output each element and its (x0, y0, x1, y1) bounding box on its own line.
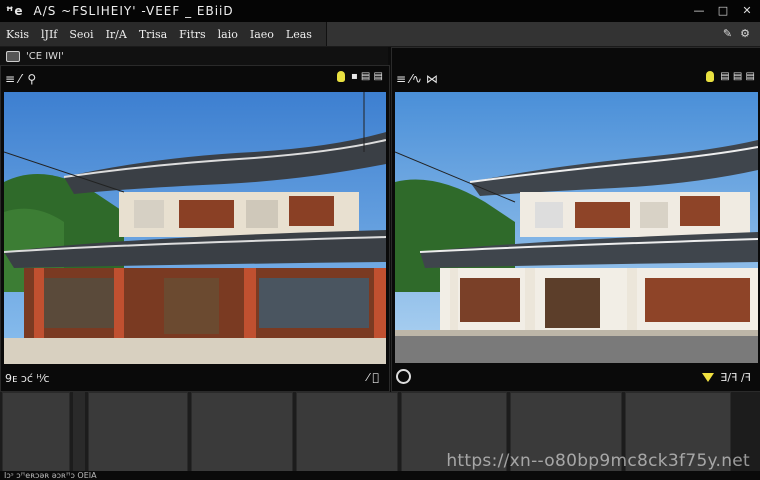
status-bar: Iɔˢ ɔꟸeʀɔǝʀ ǝɔʀꟸɔ OEIA (0, 471, 760, 480)
lightbulb-icon[interactable] (336, 71, 345, 82)
right-tool-icons[interactable]: ≡ ⁄∿ ⋈ (396, 72, 438, 86)
edited-photo[interactable] (395, 92, 758, 363)
gear-icon[interactable]: ⚙ (740, 27, 750, 40)
app-logo: ꟸe (6, 4, 24, 18)
menu-item[interactable]: Trisa (133, 28, 173, 41)
right-footer-tools: Ǝ/ꟻ ∕ꟻ (702, 371, 751, 384)
right-image-panel: ≡ ⁄∿ ⋈ ▤ ▤ ▤ Ǝ/ꟻ ∕ꟻ (391, 47, 760, 392)
left-tool-icons[interactable]: ≡ ⁄′ ⚲ (5, 72, 36, 86)
left-footer-tools[interactable]: ⁄ ⃝ (367, 371, 379, 384)
menu-item[interactable]: Iaeo (244, 28, 280, 41)
menu-item[interactable]: Ksis (0, 28, 35, 41)
right-panel-toolbar: ≡ ⁄∿ ⋈ ▤ ▤ ▤ (392, 66, 760, 92)
left-footer-label: 9ᴇ ɔᴄ́ ᴴ⁄ᴄ (5, 371, 50, 385)
menu-item[interactable]: lJIf (35, 28, 63, 41)
menu-icons: ✎ ⚙ (723, 27, 750, 40)
camera-icon[interactable] (6, 50, 20, 62)
left-panel-toolbar: ≡ ⁄′ ⚲ ▪ ▤ ▤ (1, 66, 389, 92)
menu-item[interactable]: Seoi (63, 28, 99, 41)
status-text: Iɔˢ ɔꟸeʀɔǝʀ ǝɔʀꟸɔ OEIA (4, 471, 97, 480)
right-footer-label[interactable]: Ǝ/ꟻ ∕ꟻ (720, 371, 751, 384)
menu-item[interactable]: Leas (280, 28, 318, 41)
right-panel-right-tools: ▤ ▤ ▤ (706, 71, 755, 82)
hanok-building-image (4, 92, 386, 364)
reset-icon[interactable] (396, 369, 411, 387)
thumbnail[interactable] (88, 392, 188, 473)
menu-bar: Ksis lJIf Seoi Ir/A Trisa Fitrs laio Iae… (0, 22, 760, 47)
window-title: A/S ~FSLIHEIY' -VEEF _ EBiiD (33, 4, 234, 18)
menu-item[interactable]: Ir/A (100, 28, 133, 41)
wrench-icon[interactable]: ✎ (723, 27, 732, 40)
left-panel-label: 'CE IWI' (26, 50, 64, 62)
maximize-icon[interactable]: □ (716, 3, 730, 17)
left-panel-footer: 9ᴇ ɔᴄ́ ᴴ⁄ᴄ ⁄ ⃝ (1, 365, 389, 391)
original-photo[interactable] (4, 92, 386, 364)
thumbnail[interactable] (2, 392, 70, 473)
menu-list: Ksis lJIf Seoi Ir/A Trisa Fitrs laio Iae… (0, 22, 327, 46)
right-panel-footer: Ǝ/ꟻ ∕ꟻ (392, 365, 760, 391)
minimize-icon[interactable]: — (692, 3, 706, 17)
thumbnail-divider (73, 392, 85, 473)
thumbnail[interactable] (191, 392, 293, 473)
left-panel-right-tools: ▪ ▤ ▤ (336, 71, 383, 82)
close-icon[interactable]: ✕ (740, 3, 754, 17)
filter-icon[interactable] (702, 373, 715, 382)
lightbulb-icon[interactable] (706, 71, 715, 82)
menu-item[interactable]: laio (212, 28, 244, 41)
menu-item[interactable]: Fitrs (173, 28, 211, 41)
left-panel-header: 'CE IWI' (0, 47, 388, 65)
watermark-text: https://xn--o80bp9mc8ck3f75y.net (446, 451, 750, 471)
left-image-panel: ≡ ⁄′ ⚲ ▪ ▤ ▤ 9ᴇ ɔᴄ́ ᴴ⁄ᴄ ⁄ ⃝ (0, 65, 390, 392)
title-bar: ꟸe A/S ~FSLIHEIY' -VEEF _ EBiiD — □ ✕ (0, 0, 760, 23)
hanok-building-image-edited (395, 92, 758, 363)
layer-icons[interactable]: ▤ ▤ ▤ (720, 71, 755, 82)
thumbnail[interactable] (296, 392, 398, 473)
layer-icons[interactable]: ▪ ▤ ▤ (351, 71, 383, 82)
window-controls: — □ ✕ (692, 3, 754, 17)
